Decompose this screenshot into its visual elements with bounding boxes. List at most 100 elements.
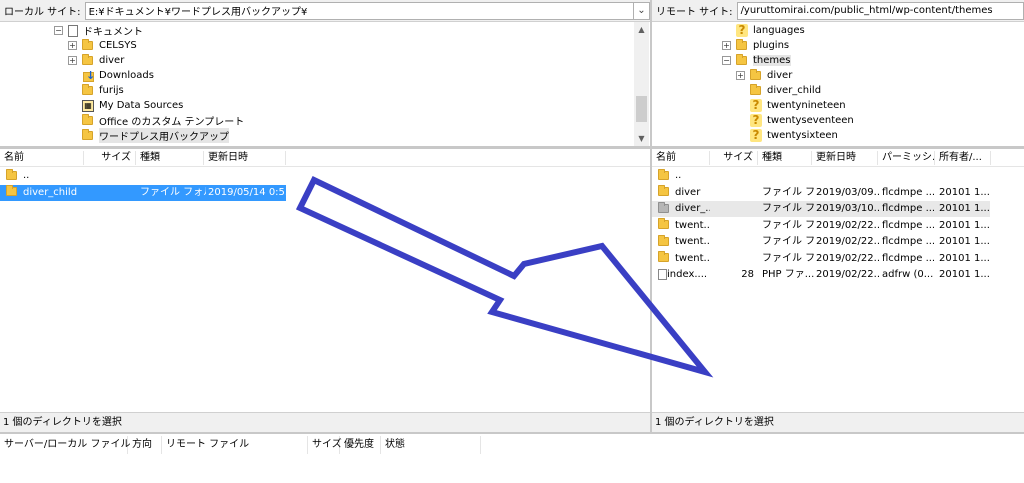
tree-item[interactable]: + CELSYS <box>68 38 137 53</box>
tree-item-label: Downloads <box>99 70 154 81</box>
column-type[interactable]: 種類 <box>136 151 204 165</box>
tree-item[interactable]: furijs <box>68 83 124 98</box>
data-sources-icon: ▦ <box>82 99 94 112</box>
folder-icon <box>82 84 93 95</box>
tree-item[interactable]: Downloads <box>68 68 154 83</box>
expand-icon[interactable]: + <box>68 41 77 50</box>
remote-status-bar: 1 個のディレクトリを選択 <box>652 412 1024 432</box>
tree-item[interactable]: + diver <box>68 53 124 68</box>
local-status-text: 1 個のディレクトリを選択 <box>3 417 122 428</box>
list-row[interactable]: twent... ファイル フ...2019/02/22...flcdmpe ..… <box>652 234 990 250</box>
list-row[interactable]: diver_... ファイル フ...2019/03/10...flcdmpe .… <box>652 201 990 217</box>
tree-item[interactable]: ワードプレス用バックアップ <box>68 128 229 143</box>
queue-column-local-file[interactable]: サーバー/ローカル ファイル <box>0 436 130 454</box>
tree-item[interactable]: ▦ My Data Sources <box>68 98 183 113</box>
tree-item[interactable]: ? twentynineteen <box>736 98 846 113</box>
folder-icon <box>82 54 93 65</box>
tree-spacer <box>736 116 745 125</box>
cell-name: twent... <box>654 218 710 234</box>
tree-item-label: My Data Sources <box>99 100 184 111</box>
cell-size: 28 <box>741 269 754 280</box>
list-row[interactable]: diver_child ファイル フォル...2019/05/14 0:5... <box>0 184 288 201</box>
cell-name: .. <box>654 168 710 184</box>
column-modified[interactable]: 更新日時 <box>204 151 286 165</box>
column-size[interactable]: サイズ <box>84 151 136 165</box>
cell-type: ファイル フ... <box>762 219 814 231</box>
cell-perm <box>878 168 936 184</box>
local-site-label: ローカル サイト: <box>4 7 81 18</box>
folder-icon <box>658 234 669 246</box>
cell-type: ファイル フ... <box>762 252 814 264</box>
tree-item[interactable]: ? twentysixteen <box>736 128 838 143</box>
folder-icon <box>658 185 669 196</box>
column-size[interactable]: サイズ <box>710 151 758 165</box>
cell-modified <box>204 168 288 184</box>
expand-icon[interactable]: + <box>68 56 77 65</box>
local-tree-scrollbar[interactable]: ▲ ▼ <box>634 22 649 146</box>
queue-column-priority[interactable]: 優先度 <box>340 436 381 454</box>
list-row[interactable]: .. <box>652 168 990 184</box>
cell-size <box>710 185 758 201</box>
scroll-thumb[interactable] <box>636 96 647 122</box>
cell-modified: 2019/05/14 0:5... <box>208 186 288 198</box>
queue-column-status[interactable]: 状態 <box>381 436 481 454</box>
column-owner[interactable]: 所有者/... <box>935 151 991 165</box>
folder-icon <box>658 168 669 180</box>
column-modified[interactable]: 更新日時 <box>812 151 878 165</box>
tree-item-label: twentynineteen <box>767 100 846 111</box>
collapse-icon[interactable]: − <box>722 56 731 65</box>
tree-spacer <box>736 131 745 140</box>
cell-name: diver_child <box>2 185 86 201</box>
tree-item[interactable]: + diver <box>736 68 792 83</box>
grey-folder-icon <box>658 201 669 213</box>
chevron-down-icon[interactable]: ⌄ <box>634 1 650 20</box>
tree-item-label: languages <box>753 25 805 36</box>
local-status-bar: 1 個のディレクトリを選択 <box>0 412 650 432</box>
scroll-up-icon[interactable]: ▲ <box>634 22 649 37</box>
column-name[interactable]: 名前 <box>0 151 84 165</box>
folder-icon <box>6 185 17 196</box>
list-row[interactable]: diver ファイル フ...2019/03/09...flcdmpe ...20… <box>652 185 990 201</box>
unknown-folder-icon: ? <box>736 24 748 37</box>
column-name[interactable]: 名前 <box>652 151 710 165</box>
tree-item-label: diver_child <box>767 85 822 96</box>
local-tree-pane: − ドキュメント + CELSYS + diver Downloads furijs ▦ My D… <box>0 22 650 146</box>
tree-item-label: Office のカスタム テンプレート <box>99 117 245 128</box>
cell-owner: 20101 1... <box>939 219 990 231</box>
collapse-icon[interactable]: − <box>54 26 63 35</box>
list-row[interactable]: .. <box>0 168 286 184</box>
file-name: diver_... <box>675 203 710 214</box>
column-permissions[interactable]: パーミッシ... <box>878 151 935 165</box>
scroll-down-icon[interactable]: ▼ <box>634 131 649 146</box>
tree-item[interactable]: + plugins <box>722 38 789 53</box>
local-path-input[interactable]: E:¥ドキュメント¥ワードプレス用バックアップ¥ <box>84 1 634 20</box>
queue-column-remote-file[interactable]: リモート ファイル <box>162 436 308 454</box>
cell-type <box>758 168 814 184</box>
expand-icon[interactable]: + <box>736 71 745 80</box>
tree-item[interactable]: diver_child <box>736 83 821 98</box>
cell-modified: 2019/03/10... <box>816 203 880 214</box>
tree-item[interactable]: ? languages <box>722 23 805 38</box>
cell-modified: 2019/02/22... <box>816 269 880 280</box>
tree-item[interactable]: ? twentyseventeen <box>736 113 854 128</box>
folder-icon <box>750 69 761 80</box>
list-row[interactable]: twent... ファイル フ...2019/02/22...flcdmpe ..… <box>652 251 990 267</box>
tree-item[interactable]: − themes <box>722 53 791 68</box>
list-row[interactable]: twent... ファイル フ...2019/02/22...flcdmpe ..… <box>652 218 990 234</box>
column-type[interactable]: 種類 <box>758 151 812 165</box>
file-icon <box>658 268 667 280</box>
cell-name: diver_... <box>654 201 710 217</box>
queue-column-size[interactable]: サイズ <box>308 436 342 454</box>
folder-icon <box>82 129 93 140</box>
queue-column-direction[interactable]: 方向 <box>128 436 162 454</box>
local-list-header: 名前 サイズ 種類 更新日時 <box>0 149 650 167</box>
cell-modified: 2019/02/22... <box>816 252 880 264</box>
tree-item[interactable]: − ドキュメント <box>54 23 143 38</box>
folder-icon <box>658 251 669 262</box>
expand-icon[interactable]: + <box>722 41 731 50</box>
remote-path-input[interactable]: /yuruttomirai.com/public_html/wp-content… <box>736 1 1024 20</box>
tree-item[interactable]: Office のカスタム テンプレート <box>68 113 244 128</box>
list-row[interactable]: index.... 28 PHP ファ... 2019/02/22... adfrw (… <box>652 267 990 283</box>
unknown-folder-icon: ? <box>750 114 762 127</box>
file-name: index.... <box>667 269 708 280</box>
